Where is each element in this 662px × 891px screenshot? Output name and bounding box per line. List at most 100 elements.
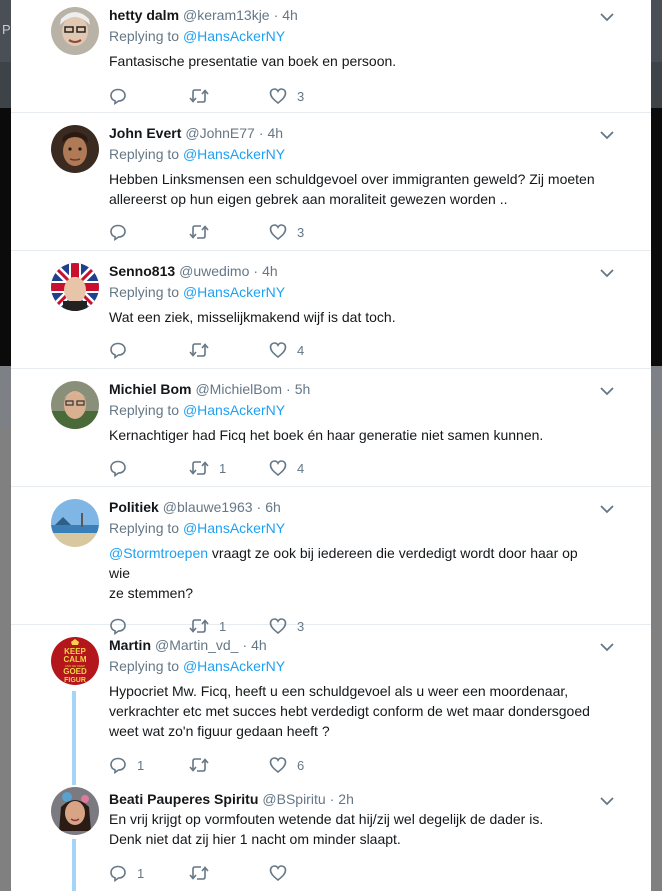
- avatar[interactable]: [51, 499, 99, 547]
- avatar-text: CALM: [63, 655, 86, 664]
- retweet-count: 1: [219, 460, 227, 476]
- author-handle[interactable]: @blauwe1963: [163, 499, 253, 515]
- tweet-text-line: weet wat zo'n figuur gedaan heeft ?: [109, 723, 330, 739]
- chevron-down-icon[interactable]: [599, 383, 615, 399]
- tweet-time[interactable]: 4h: [262, 263, 278, 279]
- avatar-text: GOED: [63, 667, 87, 676]
- retweet-button[interactable]: [189, 223, 269, 241]
- tweet-actions: 1 4: [109, 458, 601, 478]
- reply-button[interactable]: 1: [109, 756, 189, 774]
- replying-to-label: Replying to: [109, 28, 180, 44]
- author-handle[interactable]: @MichielBom: [195, 381, 282, 397]
- like-button[interactable]: 6: [269, 756, 349, 774]
- author-handle[interactable]: @Martin_vd_: [155, 637, 238, 653]
- avatar-text: FIGUR: [64, 677, 86, 684]
- tweet-time[interactable]: 4h: [268, 125, 284, 141]
- chevron-down-icon[interactable]: [599, 265, 615, 281]
- chevron-down-icon[interactable]: [599, 127, 615, 143]
- like-button[interactable]: 3: [269, 223, 349, 241]
- chevron-down-icon[interactable]: [599, 501, 615, 517]
- replying-to-link[interactable]: @HansAckerNY: [183, 520, 285, 536]
- replying-to-link[interactable]: @HansAckerNY: [183, 658, 285, 674]
- thread-connector-line: [72, 839, 76, 891]
- like-count: 6: [297, 757, 305, 773]
- author-name[interactable]: John Evert: [109, 125, 181, 141]
- reply-button[interactable]: [109, 341, 189, 359]
- reply-icon: [110, 460, 126, 477]
- author-name[interactable]: Beati Pauperes Spiritu: [109, 791, 258, 807]
- tweet-time[interactable]: 4h: [282, 7, 298, 23]
- chevron-down-icon[interactable]: [599, 793, 615, 809]
- heart-icon: [269, 757, 287, 774]
- tweet[interactable]: Michiel Bom @MichielBom · 5h Replying to…: [11, 369, 651, 487]
- tweet-time[interactable]: 5h: [295, 381, 311, 397]
- tweet-text-line: allereerst op hun eigen gebrek aan moral…: [109, 191, 508, 207]
- retweet-button[interactable]: [189, 864, 269, 882]
- replying-to-link[interactable]: @HansAckerNY: [183, 402, 285, 418]
- reply-count: 1: [137, 757, 145, 773]
- author-handle[interactable]: @keram13kje: [183, 7, 270, 23]
- tweet[interactable]: Beati Pauperes Spiritu @BSpiritu · 2h En…: [11, 779, 651, 891]
- like-button[interactable]: [269, 864, 349, 882]
- author-name[interactable]: Martin: [109, 637, 151, 653]
- tweet-text-line: Denk niet dat zij hier 1 nacht om minder…: [109, 831, 401, 847]
- author-handle[interactable]: @uwedimo: [179, 263, 249, 279]
- author-name[interactable]: Michiel Bom: [109, 381, 191, 397]
- heart-icon: [269, 88, 287, 105]
- tweet-actions: 1 6: [109, 755, 601, 775]
- author-name[interactable]: Senno813: [109, 263, 175, 279]
- tweet[interactable]: Politiek @blauwe1963 · 6h Replying to @H…: [11, 487, 651, 635]
- chevron-down-icon[interactable]: [599, 9, 615, 25]
- tweet-text-line: Hebben Linksmensen een schuldgevoel over…: [109, 171, 595, 187]
- retweet-button[interactable]: [189, 756, 269, 774]
- avatar[interactable]: [51, 263, 99, 311]
- retweet-button[interactable]: 1: [189, 459, 269, 477]
- tweet[interactable]: Senno813 @uwedimo · 4h Replying to @Hans…: [11, 251, 651, 369]
- tweet[interactable]: John Evert @JohnE77 · 4h Replying to @Ha…: [11, 113, 651, 251]
- author-name[interactable]: Politiek: [109, 499, 159, 515]
- reply-button[interactable]: [109, 223, 189, 241]
- replying-to: Replying to @HansAckerNY: [109, 402, 601, 418]
- avatar[interactable]: [51, 125, 99, 173]
- reply-icon: [110, 757, 126, 774]
- retweet-icon: [189, 758, 209, 772]
- tweet-time[interactable]: 6h: [265, 499, 281, 515]
- avatar[interactable]: [51, 7, 99, 55]
- like-button[interactable]: 3: [269, 87, 349, 105]
- separator-dot: ·: [253, 263, 259, 279]
- tweet-time[interactable]: 4h: [251, 637, 267, 653]
- separator-dot: ·: [286, 381, 291, 397]
- tweet-time[interactable]: 2h: [338, 791, 354, 807]
- like-button[interactable]: 4: [269, 459, 349, 477]
- replying-to-label: Replying to: [109, 402, 180, 418]
- reply-button[interactable]: [109, 87, 189, 105]
- like-count: 4: [297, 460, 305, 476]
- author-name[interactable]: hetty dalm: [109, 7, 179, 23]
- tweet-text-line: Hypocriet Mw. Ficq, heeft u een schuldge…: [109, 683, 569, 699]
- tweet[interactable]: hetty dalm @keram13kje · 4h Replying to …: [11, 0, 651, 113]
- reply-button[interactable]: 1: [109, 864, 189, 882]
- tweet-text: Hypocriet Mw. Ficq, heeft u een schuldge…: [109, 681, 601, 741]
- author-handle[interactable]: @JohnE77: [185, 125, 254, 141]
- avatar[interactable]: KEEP CALM AND NE KEEP GOED FIGUR: [51, 637, 99, 685]
- avatar[interactable]: [51, 787, 99, 835]
- replying-to-link[interactable]: @HansAckerNY: [183, 28, 285, 44]
- reply-icon: [110, 88, 126, 105]
- tweet-text: Fantasische presentatie van boek en pers…: [109, 53, 397, 69]
- mention-link[interactable]: @Stormtroepen: [109, 545, 208, 561]
- avatar[interactable]: [51, 381, 99, 429]
- author-handle[interactable]: @BSpiritu: [262, 791, 325, 807]
- chevron-down-icon[interactable]: [599, 639, 615, 655]
- reply-button[interactable]: [109, 459, 189, 477]
- replying-to-link[interactable]: @HansAckerNY: [183, 284, 285, 300]
- retweet-button[interactable]: [189, 341, 269, 359]
- tweet[interactable]: KEEP CALM AND NE KEEP GOED FIGUR Martin …: [11, 625, 651, 779]
- retweet-button[interactable]: [189, 87, 269, 105]
- separator-dot: ·: [273, 7, 279, 23]
- replying-to-link[interactable]: @HansAckerNY: [183, 146, 285, 162]
- heart-icon: [269, 224, 287, 241]
- heart-icon: [269, 342, 287, 359]
- reply-count: 1: [137, 865, 145, 881]
- like-button[interactable]: 4: [269, 341, 349, 359]
- tweet-text: Wat een ziek, misselijkmakend wijf is da…: [109, 309, 396, 325]
